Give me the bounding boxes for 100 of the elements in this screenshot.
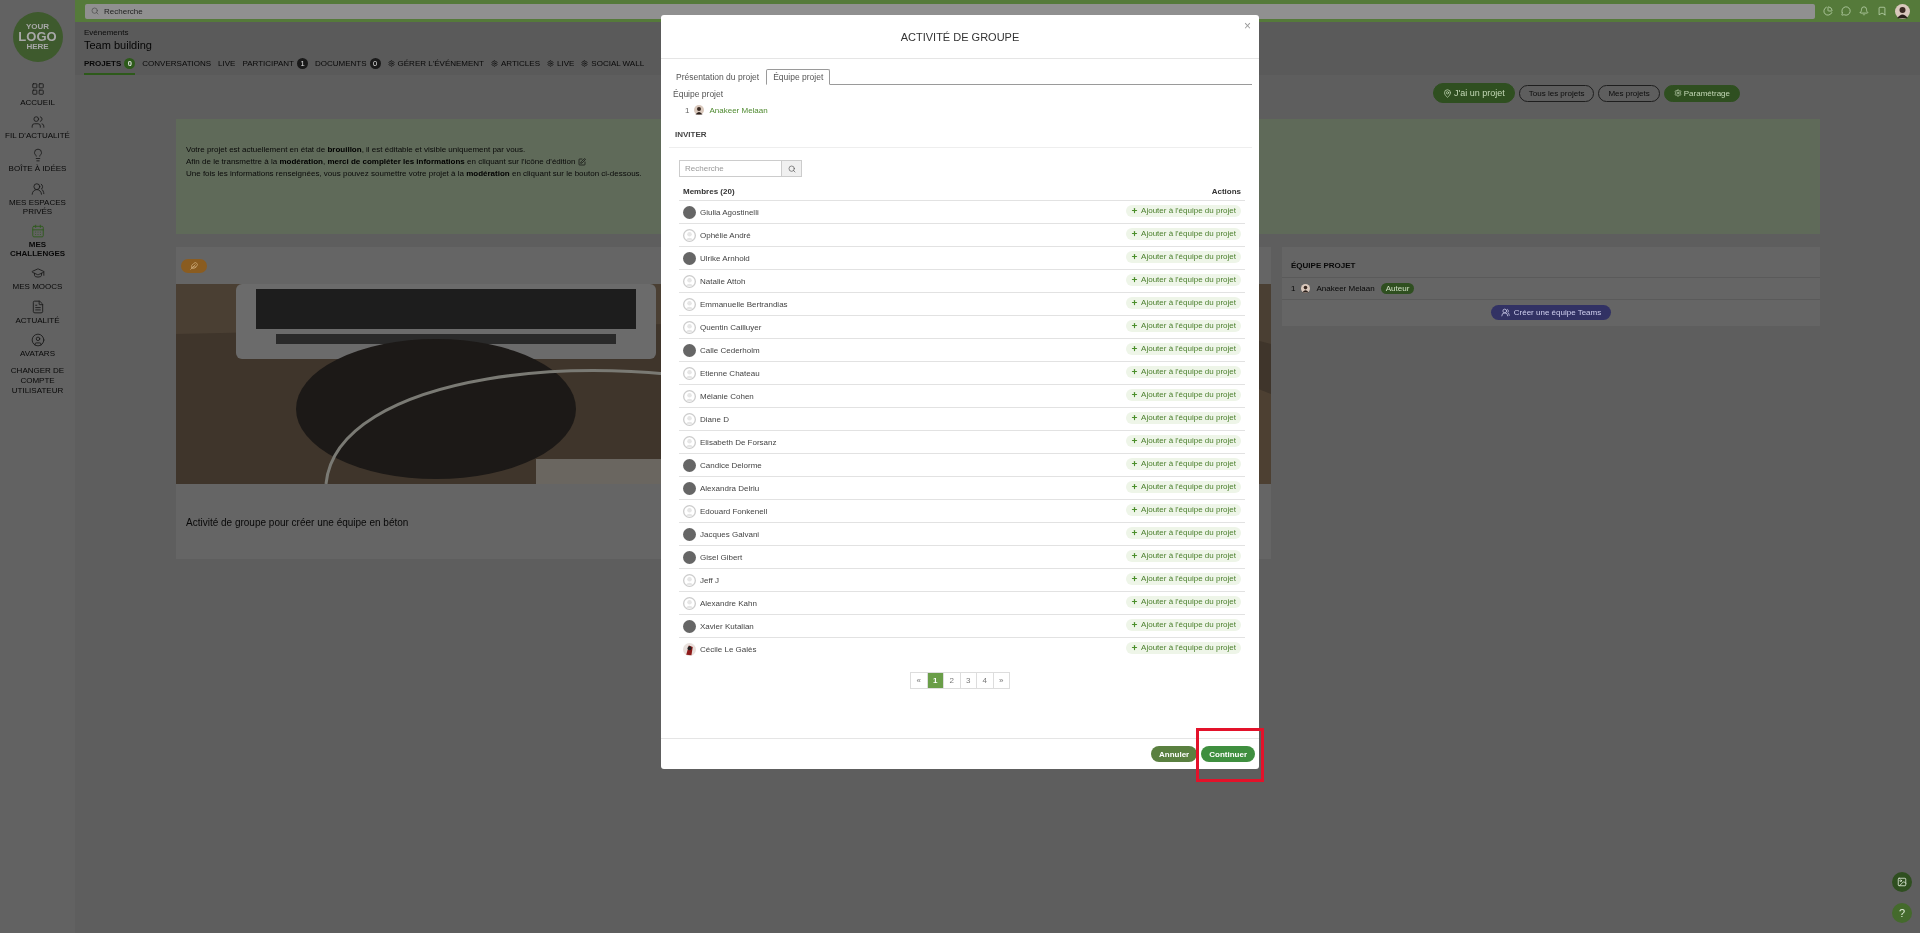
member-avatar — [683, 297, 696, 311]
plus-icon — [1131, 345, 1139, 352]
tab-label: ARTICLES — [501, 59, 540, 68]
chat-icon[interactable] — [1841, 6, 1851, 16]
add-to-team-button[interactable]: Ajouter à l'équipe du projet — [1126, 480, 1241, 493]
nav-item[interactable]: BOÎTE À IDÉES — [1, 148, 74, 174]
invite-heading: INVITER — [675, 130, 708, 139]
member-name: Giulia Agostinelli — [700, 207, 760, 217]
member-avatar — [1301, 284, 1311, 293]
add-to-team-button[interactable]: Ajouter à l'équipe du projet — [1126, 595, 1241, 608]
calendar-icon — [30, 223, 45, 238]
edit-icon[interactable] — [578, 157, 587, 166]
team-heading: Équipe projet — [673, 89, 725, 99]
member-avatar — [683, 251, 696, 265]
add-to-team-button[interactable]: Ajouter à l'équipe du projet — [1126, 365, 1241, 378]
tab-label: CONVERSATIONS — [142, 59, 212, 68]
gear-icon — [581, 60, 589, 67]
search-field[interactable]: Recherche — [679, 160, 782, 177]
add-to-team-button[interactable]: Ajouter à l'équipe du projet — [1126, 526, 1241, 539]
nav-item[interactable]: MES MOOCS — [1, 266, 74, 292]
add-to-team-button[interactable]: Ajouter à l'équipe du projet — [1126, 250, 1241, 263]
member-name: Alexandra Delriu — [700, 483, 761, 493]
tab[interactable]: CONVERSATIONS — [142, 56, 212, 75]
notice-text: Une fois les informations renseignées, vous pouvez soumettre votre projet à la modération en cliquant sur le bouton ci-dessous. — [186, 169, 642, 178]
search-field[interactable]: Recherche — [85, 3, 1815, 19]
plus-icon — [1131, 575, 1139, 582]
add-to-team-button[interactable]: Ajouter à l'équipe du projet — [1126, 227, 1241, 240]
group-icon — [30, 181, 45, 196]
member-avatar — [683, 435, 696, 449]
plus-icon — [1131, 552, 1139, 559]
add-to-team-button[interactable]: Ajouter à l'équipe du projet — [1126, 641, 1241, 654]
member-name: Edouard Fonkenell — [700, 506, 769, 516]
member-link[interactable]: Anakeer Melaan — [709, 105, 768, 115]
switch-account-link[interactable]: CHANGER DE COMPTE UTILISATEUR — [1, 365, 74, 396]
plus-icon — [1131, 276, 1139, 283]
tab-label: LIVE — [218, 59, 236, 68]
logo[interactable]: YOUR LOGO HERE — [12, 12, 63, 62]
add-to-team-button[interactable]: Ajouter à l'équipe du projet — [1126, 549, 1241, 562]
notice-text: Votre projet est actuellement en état de brouillon, il est éditable et visible uniquement par vous. — [186, 145, 526, 154]
pin-icon — [1443, 88, 1453, 98]
nav-item[interactable]: FIL D'ACTUALITÉ — [1, 115, 74, 141]
tab-label: PARTICIPANT — [242, 59, 294, 68]
add-to-team-button[interactable]: Ajouter à l'équipe du projet — [1126, 388, 1241, 401]
cancel-button[interactable]: Annuler — [1151, 746, 1198, 762]
tab[interactable]: LIVE — [547, 56, 575, 75]
project-button[interactable]: Paramétrage — [1663, 84, 1740, 102]
plus-icon — [1131, 621, 1139, 628]
add-to-team-button[interactable]: Ajouter à l'équipe du projet — [1126, 457, 1241, 470]
add-to-team-button[interactable]: Ajouter à l'équipe du projet — [1126, 618, 1241, 631]
member-avatar — [683, 550, 696, 564]
document-icon — [30, 299, 45, 314]
member-avatar — [683, 642, 696, 656]
page-button[interactable]: 2 — [943, 672, 961, 689]
member-avatar — [683, 481, 696, 495]
pie-chart-icon[interactable] — [1823, 6, 1833, 16]
plus-icon — [1131, 414, 1139, 421]
add-to-team-button[interactable]: Ajouter à l'équipe du projet — [1126, 319, 1241, 332]
nav-item[interactable]: MES ESPACES PRIVÉS — [1, 181, 74, 216]
project-button[interactable]: J'ai un projet — [1433, 83, 1515, 103]
close-button[interactable]: × — [1242, 19, 1253, 33]
member-avatar — [683, 274, 696, 288]
nav-item[interactable]: ACTUALITÉ — [1, 299, 74, 325]
tab-label: PROJETS — [84, 59, 122, 68]
user-avatar — [1895, 3, 1910, 19]
member-name: Gisel Gibert — [700, 552, 744, 562]
add-to-team-button[interactable]: Ajouter à l'équipe du projet — [1126, 411, 1241, 424]
add-to-team-button[interactable]: Ajouter à l'équipe du projet — [1126, 204, 1241, 217]
member-avatar — [683, 366, 696, 380]
page-button[interactable]: 4 — [976, 672, 994, 689]
member-name: Cécile Le Galès — [700, 644, 758, 654]
tab[interactable]: LIVE — [218, 56, 236, 75]
member-index: 1 — [685, 105, 690, 115]
bell-icon[interactable] — [1859, 6, 1869, 16]
add-to-team-button[interactable]: Ajouter à l'équipe du projet — [1126, 434, 1241, 447]
nav-item[interactable]: MES CHALLENGES — [1, 223, 74, 259]
add-to-team-button[interactable]: Ajouter à l'équipe du projet — [1126, 342, 1241, 355]
add-to-team-button[interactable]: Ajouter à l'équipe du projet — [1126, 273, 1241, 286]
tab[interactable]: ARTICLES — [491, 56, 540, 75]
breadcrumb[interactable]: Evénements — [84, 28, 129, 37]
user-icon — [30, 332, 45, 347]
group-icon — [1500, 308, 1510, 317]
people-icon — [30, 115, 45, 130]
add-to-team-button[interactable]: Ajouter à l'équipe du projet — [1126, 503, 1241, 516]
dialog-tab[interactable]: Équipe projet — [766, 69, 831, 85]
add-to-team-button[interactable]: Ajouter à l'équipe du projet — [1126, 296, 1241, 309]
add-to-team-button[interactable]: Ajouter à l'équipe du projet — [1126, 572, 1241, 585]
search-button[interactable] — [782, 160, 802, 177]
bookmark-icon[interactable] — [1877, 6, 1887, 16]
tab[interactable]: SOCIAL WALL — [581, 56, 645, 75]
tab[interactable]: GÉRER L'ÉVÉNEMENT — [387, 56, 484, 75]
continue-button[interactable]: Continuer — [1201, 746, 1255, 762]
tab-label: DOCUMENTS — [315, 59, 367, 68]
member-avatar — [683, 619, 696, 633]
member-name: Alexandre Kahn — [700, 598, 758, 608]
plus-icon — [1131, 322, 1139, 329]
previous-page-button[interactable]: « — [910, 672, 928, 689]
plus-icon — [1131, 506, 1139, 513]
nav-item[interactable]: ACCUEIL — [1, 82, 74, 108]
nav-item[interactable]: AVATARS — [1, 332, 74, 358]
teams-button[interactable]: Créer une équipe Teams — [1490, 305, 1612, 320]
